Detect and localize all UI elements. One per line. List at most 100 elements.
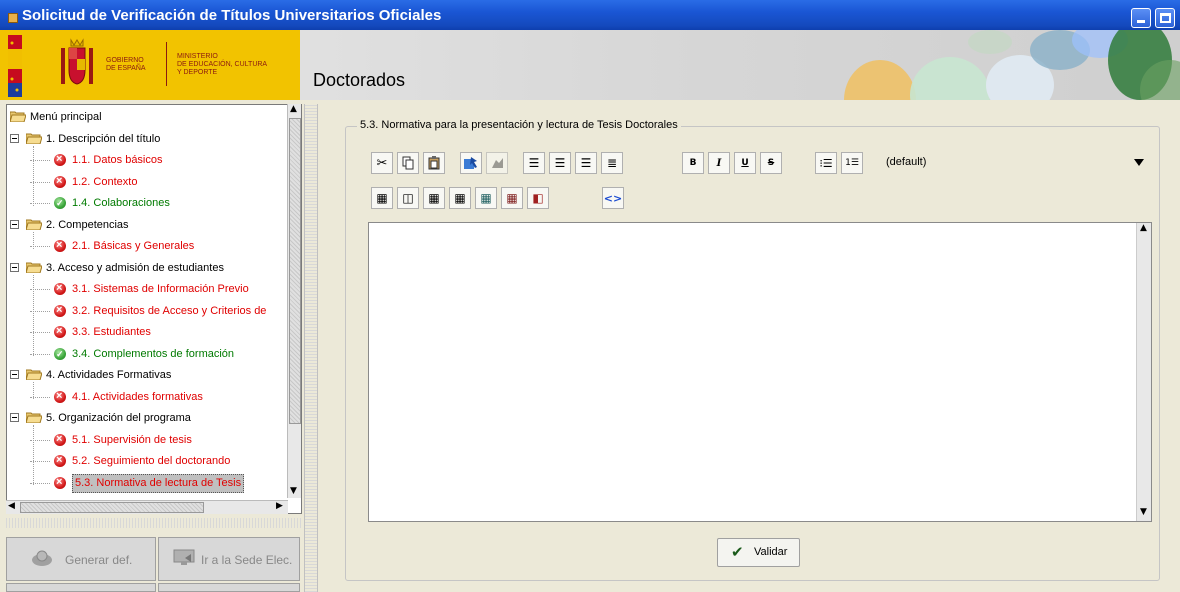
paragraph-style-select[interactable]: (default) (882, 150, 1150, 176)
collapse-icon[interactable] (10, 133, 19, 143)
insert-column-button[interactable]: ▦ (449, 187, 471, 209)
bold-button[interactable]: B (682, 152, 704, 174)
table-cell-button[interactable]: ▦ (475, 187, 497, 209)
undo-button[interactable] (460, 152, 482, 174)
panel-splitter-vertical[interactable] (304, 104, 318, 592)
tree-section-3[interactable]: 3. Acceso y admisión de estudiantes (10, 259, 290, 277)
error-status-icon (54, 301, 66, 319)
scroll-up-icon[interactable]: ▲ (290, 104, 297, 114)
collapse-icon[interactable] (10, 219, 19, 229)
tree-leaf-label: 4.1. Actividades formativas (72, 390, 203, 403)
error-status-icon (54, 451, 66, 469)
minimize-icon (1137, 20, 1145, 23)
tree-connector-vertical (33, 425, 34, 485)
strikethrough-icon: S (767, 158, 775, 168)
table-properties-icon: ◫ (402, 191, 414, 205)
tree-leaf-1-1[interactable]: 1.1. Datos básicos (30, 150, 300, 169)
undo-icon (464, 157, 477, 169)
tree-section-5[interactable]: 5. Organización del programa (10, 409, 290, 427)
editor-scroll-down-icon[interactable]: ▼ (1140, 507, 1147, 517)
tree-leaf-2-1[interactable]: 2.1. Básicas y Generales (30, 236, 300, 255)
tree-section-2[interactable]: 2. Competencias (10, 216, 290, 234)
paste-button[interactable] (423, 152, 445, 174)
tree-leaf-label: 1.4. Colaboraciones (72, 197, 170, 209)
tree-horizontal-scrollbar[interactable]: ◀ ▶ (6, 500, 288, 514)
scroll-right-icon[interactable]: ▶ (276, 501, 283, 511)
tree-leaf-3-3[interactable]: 3.3. Estudiantes (30, 322, 300, 341)
tree-section-label: 4. Actividades Formativas (46, 369, 172, 381)
align-left-button[interactable]: ☰ (523, 152, 545, 174)
copy-icon (402, 156, 414, 170)
tree-leaf-5-3[interactable]: 5.3. Normativa de lectura de Tesis (30, 473, 300, 493)
insert-table-button[interactable]: ▦ (371, 187, 393, 209)
tree-connector-vertical (33, 382, 34, 399)
scroll-down-icon[interactable]: ▼ (290, 486, 297, 496)
generate-def-label: Generar def. (65, 553, 133, 567)
gov-text-2: DE ESPAÑA (106, 65, 146, 72)
tree-leaf-1-3[interactable]: 1.4. Colaboraciones (30, 194, 300, 212)
error-status-icon (54, 387, 66, 405)
validate-label: Validar (754, 546, 788, 558)
redo-button[interactable] (486, 152, 508, 174)
html-source-button[interactable]: <> (602, 187, 624, 209)
collapse-icon[interactable] (10, 262, 19, 272)
align-right-button[interactable]: ☰ (575, 152, 597, 174)
delete-row-icon: ▦ (506, 191, 518, 205)
tree-root-label: Menú principal (30, 111, 102, 123)
tree-section-4[interactable]: 4. Actividades Formativas (10, 366, 290, 384)
editor-scrollbar[interactable]: ▲ ▼ (1136, 223, 1151, 521)
strikethrough-button[interactable]: S (760, 152, 782, 174)
navigation-tree[interactable]: Menú principal 1. Descripción del título 1… (6, 104, 302, 514)
collapse-icon[interactable] (10, 413, 19, 422)
tree-leaf-label: 3.2. Requisitos de Acceso y Criterios de (72, 304, 267, 317)
tree-leaf-5-1[interactable]: 5.1. Supervisión de tesis (30, 430, 300, 449)
align-center-button[interactable]: ☰ (549, 152, 571, 174)
cut-button[interactable]: ✂ (371, 152, 393, 174)
generate-def-button[interactable]: Generar def. (6, 537, 156, 581)
table-icon: ▦ (376, 191, 388, 205)
error-status-icon (54, 172, 66, 190)
government-logo: GOBIERNO DE ESPAÑA MINISTERIO DE EDUCACI… (0, 30, 300, 100)
italic-button[interactable]: I (708, 152, 730, 174)
window-titlebar: Solicitud de Verificación de Títulos Uni… (0, 0, 1180, 30)
maximize-icon (1160, 13, 1171, 23)
tree-section-label: 3. Acceso y admisión de estudiantes (46, 261, 224, 274)
tree-horizontal-scroll-thumb[interactable] (20, 502, 204, 513)
tree-vertical-scrollbar[interactable]: ▲ ▼ (287, 104, 301, 498)
page-title: Doctorados (313, 70, 406, 90)
tree-connector-vertical (33, 145, 34, 206)
collapse-icon[interactable] (10, 370, 19, 379)
lower-right-panel (158, 583, 300, 592)
rich-text-editor[interactable] (368, 222, 1152, 522)
bullet-list-button[interactable]: ⁝☰ (815, 152, 837, 174)
numbered-list-button[interactable]: 1☰ (841, 152, 863, 174)
paste-icon (428, 156, 440, 170)
tree-leaf-3-2[interactable]: 3.2. Requisitos de Acceso y Criterios de (30, 301, 300, 320)
insert-row-button[interactable]: ▦ (423, 187, 445, 209)
underline-button[interactable]: U (734, 152, 756, 174)
justify-button[interactable]: ≣ (601, 152, 623, 174)
tree-leaf-3-1[interactable]: 3.1. Sistemas de Información Previo (30, 279, 300, 298)
editor-scroll-up-icon[interactable]: ▲ (1140, 223, 1147, 233)
minimize-button[interactable] (1131, 8, 1151, 28)
tree-leaf-label: 2.1. Básicas y Generales (72, 240, 195, 252)
tree-leaf-1-2[interactable]: 1.2. Contexto (30, 172, 300, 191)
panel-splitter-horizontal[interactable] (6, 518, 302, 528)
tree-section-1[interactable]: 1. Descripción del título (10, 130, 290, 148)
delete-column-button[interactable]: ◧ (527, 187, 549, 209)
table-properties-button[interactable]: ◫ (397, 187, 419, 209)
copy-button[interactable] (397, 152, 419, 174)
tree-leaf-label: 3.1. Sistemas de Información Previo (72, 283, 249, 295)
coat-of-arms-icon (61, 38, 93, 85)
validate-button[interactable]: ✔ Validar (717, 538, 800, 567)
tree-leaf-4-1[interactable]: 4.1. Actividades formativas (30, 387, 300, 406)
sede-electronica-button[interactable]: Ir a la Sede Elec. (158, 537, 300, 581)
tree-vertical-scroll-thumb[interactable] (289, 118, 301, 424)
tree-leaf-3-4[interactable]: 3.4. Complementos de formación (30, 345, 300, 363)
scroll-left-icon[interactable]: ◀ (8, 501, 15, 511)
scissors-icon: ✂ (376, 155, 388, 171)
maximize-button[interactable] (1155, 8, 1175, 28)
tree-leaf-label: 5.3. Normativa de lectura de Tesis (72, 473, 245, 493)
delete-row-button[interactable]: ▦ (501, 187, 523, 209)
tree-leaf-5-2[interactable]: 5.2. Seguimiento del doctorando (30, 451, 300, 470)
